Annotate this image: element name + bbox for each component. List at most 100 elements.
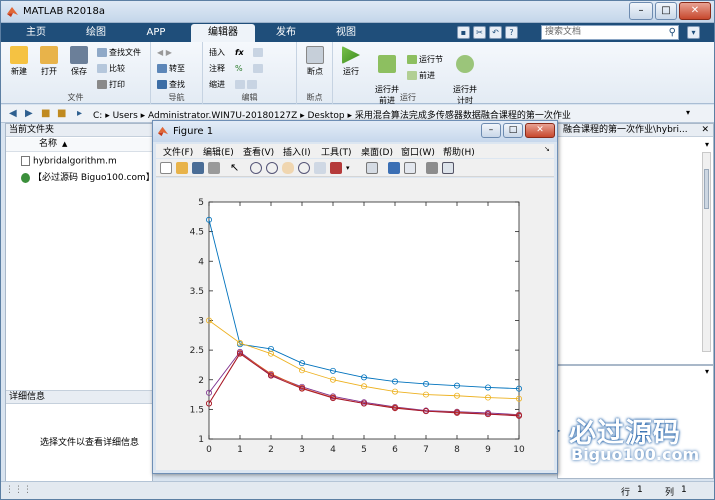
- x-tick-label: 1: [237, 445, 243, 455]
- tab-editor[interactable]: 编辑器: [191, 24, 255, 42]
- scrollbar-thumb[interactable]: [704, 169, 709, 209]
- edit-plot-arrow-icon[interactable]: ↖: [230, 162, 242, 174]
- run-button[interactable]: 运行: [337, 46, 365, 77]
- back-arrow-icon[interactable]: ◀: [9, 108, 17, 119]
- goto-icon: [157, 64, 167, 73]
- save-button[interactable]: 保存: [65, 46, 93, 77]
- menu-tools[interactable]: 工具(T): [321, 145, 352, 158]
- menu-view[interactable]: 查看(V): [243, 145, 274, 158]
- brush-dropdown-icon[interactable]: ▾: [346, 162, 358, 174]
- figure-minimize-button[interactable]: –: [481, 123, 501, 138]
- insert-button[interactable]: 插入: [209, 47, 225, 58]
- find-files-button[interactable]: 查找文件: [97, 47, 141, 58]
- search-icon[interactable]: ⚲: [669, 26, 676, 39]
- path-segment-drive[interactable]: C:: [93, 111, 102, 121]
- find-button[interactable]: 查找: [157, 79, 185, 90]
- close-button[interactable]: ✕: [679, 2, 711, 20]
- run-section-button[interactable]: 运行节: [407, 54, 443, 65]
- pan-hand-icon[interactable]: [282, 162, 294, 174]
- help-icon[interactable]: ?: [505, 26, 518, 39]
- uncomment-icon[interactable]: [253, 63, 265, 74]
- x-tick-label: 4: [330, 445, 336, 455]
- tab-view[interactable]: 视图: [321, 24, 371, 42]
- data-cursor-icon[interactable]: [314, 162, 326, 174]
- file-item[interactable]: 【必过源码 Biguo100.com】必: [21, 170, 164, 183]
- ribbon-group-run: 运行 运行并 前进 运行节 前进 运行并 计时 运行: [333, 42, 483, 105]
- indent-button[interactable]: 缩进: [209, 79, 225, 90]
- undo-icon[interactable]: ↶: [489, 26, 502, 39]
- tab-apps[interactable]: APP: [131, 24, 181, 42]
- editor-tab-label[interactable]: 融合课程的第一次作业\hybri...: [558, 124, 713, 137]
- path-dropdown-icon[interactable]: ▾: [686, 108, 690, 117]
- zoom-out-icon[interactable]: [266, 162, 278, 174]
- save-quick-icon[interactable]: ▪: [457, 26, 470, 39]
- advance-button[interactable]: 前进: [407, 70, 435, 81]
- menu-dock-icon[interactable]: ↘: [544, 145, 550, 153]
- insert-colorbar-icon[interactable]: [388, 162, 400, 174]
- percent-icon[interactable]: %: [235, 63, 243, 74]
- command-window-menu-icon[interactable]: ▾: [705, 367, 709, 376]
- brush-icon[interactable]: [330, 162, 342, 174]
- matlab-logo-icon: [7, 7, 18, 17]
- hide-plot-tools-icon[interactable]: [426, 162, 438, 174]
- rotate-3d-icon[interactable]: [298, 162, 310, 174]
- window-title: MATLAB R2018a: [23, 6, 106, 17]
- path-segment-users[interactable]: Users: [113, 111, 138, 121]
- collapse-ribbon-icon[interactable]: ▾: [687, 26, 700, 39]
- save-figure-icon[interactable]: [192, 162, 204, 174]
- goto-button[interactable]: 转至: [157, 63, 185, 74]
- editor-scrollbar[interactable]: [702, 152, 711, 352]
- format-icon[interactable]: [253, 47, 265, 58]
- tab-plots[interactable]: 绘图: [71, 24, 121, 42]
- open-file-icon[interactable]: [176, 162, 188, 174]
- file-item[interactable]: hybridalgorithm.m: [21, 156, 117, 167]
- menu-edit[interactable]: 编辑(E): [203, 145, 234, 158]
- line-value: 1: [637, 485, 643, 495]
- breakpoints-button[interactable]: 断点: [301, 46, 329, 77]
- zoom-in-icon[interactable]: [250, 162, 262, 174]
- column-header-name[interactable]: 名称 ▲: [6, 138, 152, 152]
- comment-button[interactable]: 注释: [209, 63, 225, 74]
- line-chart[interactable]: 0 1 2 3 4 5 6 7 8 9 1011.522.533.544.55: [156, 178, 554, 470]
- print-figure-icon[interactable]: [208, 162, 220, 174]
- editor-panel-menu-icon[interactable]: ▾: [705, 140, 709, 149]
- maximize-button[interactable]: □: [655, 2, 677, 20]
- compare-button[interactable]: 比较: [97, 63, 125, 74]
- figure-maximize-button[interactable]: □: [503, 123, 523, 138]
- m-file-icon: [21, 156, 30, 166]
- run-time-icon: [456, 55, 474, 73]
- link-plot-icon[interactable]: [366, 162, 378, 174]
- up-folder-icon[interactable]: ■: [41, 108, 50, 119]
- tab-publish[interactable]: 发布: [261, 24, 311, 42]
- menu-file[interactable]: 文件(F): [163, 145, 193, 158]
- menu-insert[interactable]: 插入(I): [283, 145, 311, 158]
- forward-arrow-icon[interactable]: ▶: [25, 108, 33, 119]
- editor-panel-close-icon[interactable]: ✕: [701, 125, 709, 135]
- figure-toolbar: ↖ ▾: [156, 159, 554, 177]
- insert-legend-icon[interactable]: [404, 162, 416, 174]
- breakpoints-icon: [306, 46, 324, 64]
- figure-close-button[interactable]: ✕: [525, 123, 555, 138]
- fx-icon[interactable]: fx: [235, 47, 244, 58]
- tab-home[interactable]: 主页: [11, 24, 61, 42]
- status-bar: ⋮⋮⋮ 行 1 列 1: [1, 481, 714, 499]
- search-docs-input[interactable]: 搜索文档 ⚲: [541, 25, 679, 40]
- y-tick-label: 1: [198, 435, 204, 445]
- new-button[interactable]: 新建: [5, 46, 33, 77]
- goto-label: 转至: [169, 64, 185, 73]
- back-forward-button[interactable]: ◀ ▶: [157, 47, 172, 58]
- browse-folder-icon[interactable]: ■: [57, 108, 66, 119]
- show-plot-tools-icon[interactable]: [442, 162, 454, 174]
- menu-window[interactable]: 窗口(W): [401, 145, 435, 158]
- minimize-button[interactable]: –: [629, 2, 653, 20]
- menu-help[interactable]: 帮助(H): [443, 145, 475, 158]
- run-advance-icon: [378, 55, 396, 73]
- cut-icon[interactable]: ✂: [473, 26, 486, 39]
- x-tick-label: 10: [513, 445, 525, 455]
- new-figure-icon[interactable]: [160, 162, 172, 174]
- open-button[interactable]: 打开: [35, 46, 63, 77]
- x-tick-label: 2: [268, 445, 274, 455]
- menu-desktop[interactable]: 桌面(D): [361, 145, 393, 158]
- indent-icons[interactable]: [235, 79, 259, 90]
- print-button[interactable]: 打印: [97, 79, 125, 90]
